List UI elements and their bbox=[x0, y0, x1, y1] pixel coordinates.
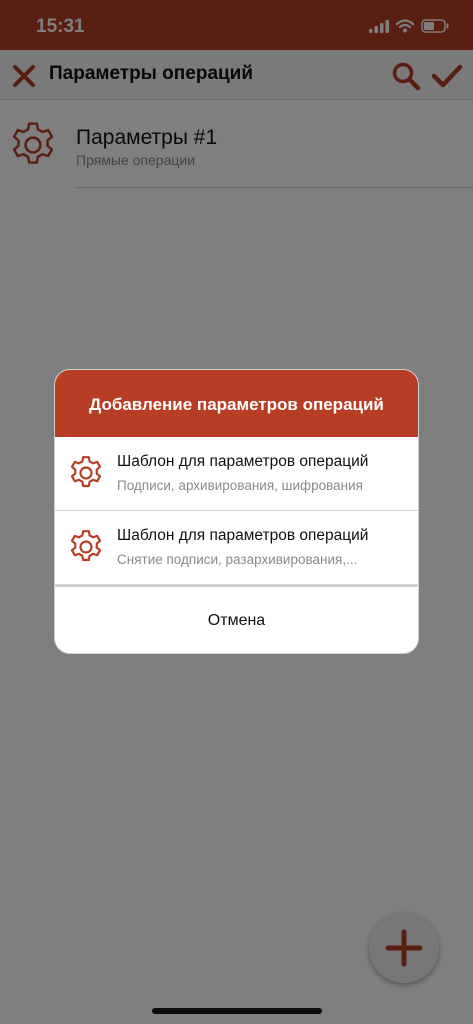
option-subtitle: Подписи, архивирования, шифрования bbox=[117, 478, 363, 493]
gear-icon bbox=[70, 456, 102, 488]
option-title: Шаблон для параметров операций bbox=[117, 453, 369, 470]
add-parameters-dialog: Добавление параметров операций Шаблон дл… bbox=[54, 369, 419, 654]
template-option-2[interactable]: Шаблон для параметров операций Снятие по… bbox=[55, 511, 418, 585]
home-indicator[interactable] bbox=[152, 1008, 322, 1014]
option-subtitle: Снятие подписи, разархивирования,... bbox=[117, 552, 358, 567]
template-option-1[interactable]: Шаблон для параметров операций Подписи, … bbox=[55, 437, 418, 511]
cancel-button[interactable]: Отмена bbox=[55, 587, 418, 653]
dialog-title: Добавление параметров операций bbox=[55, 370, 418, 437]
gear-icon bbox=[70, 530, 102, 562]
option-title: Шаблон для параметров операций bbox=[117, 527, 369, 544]
